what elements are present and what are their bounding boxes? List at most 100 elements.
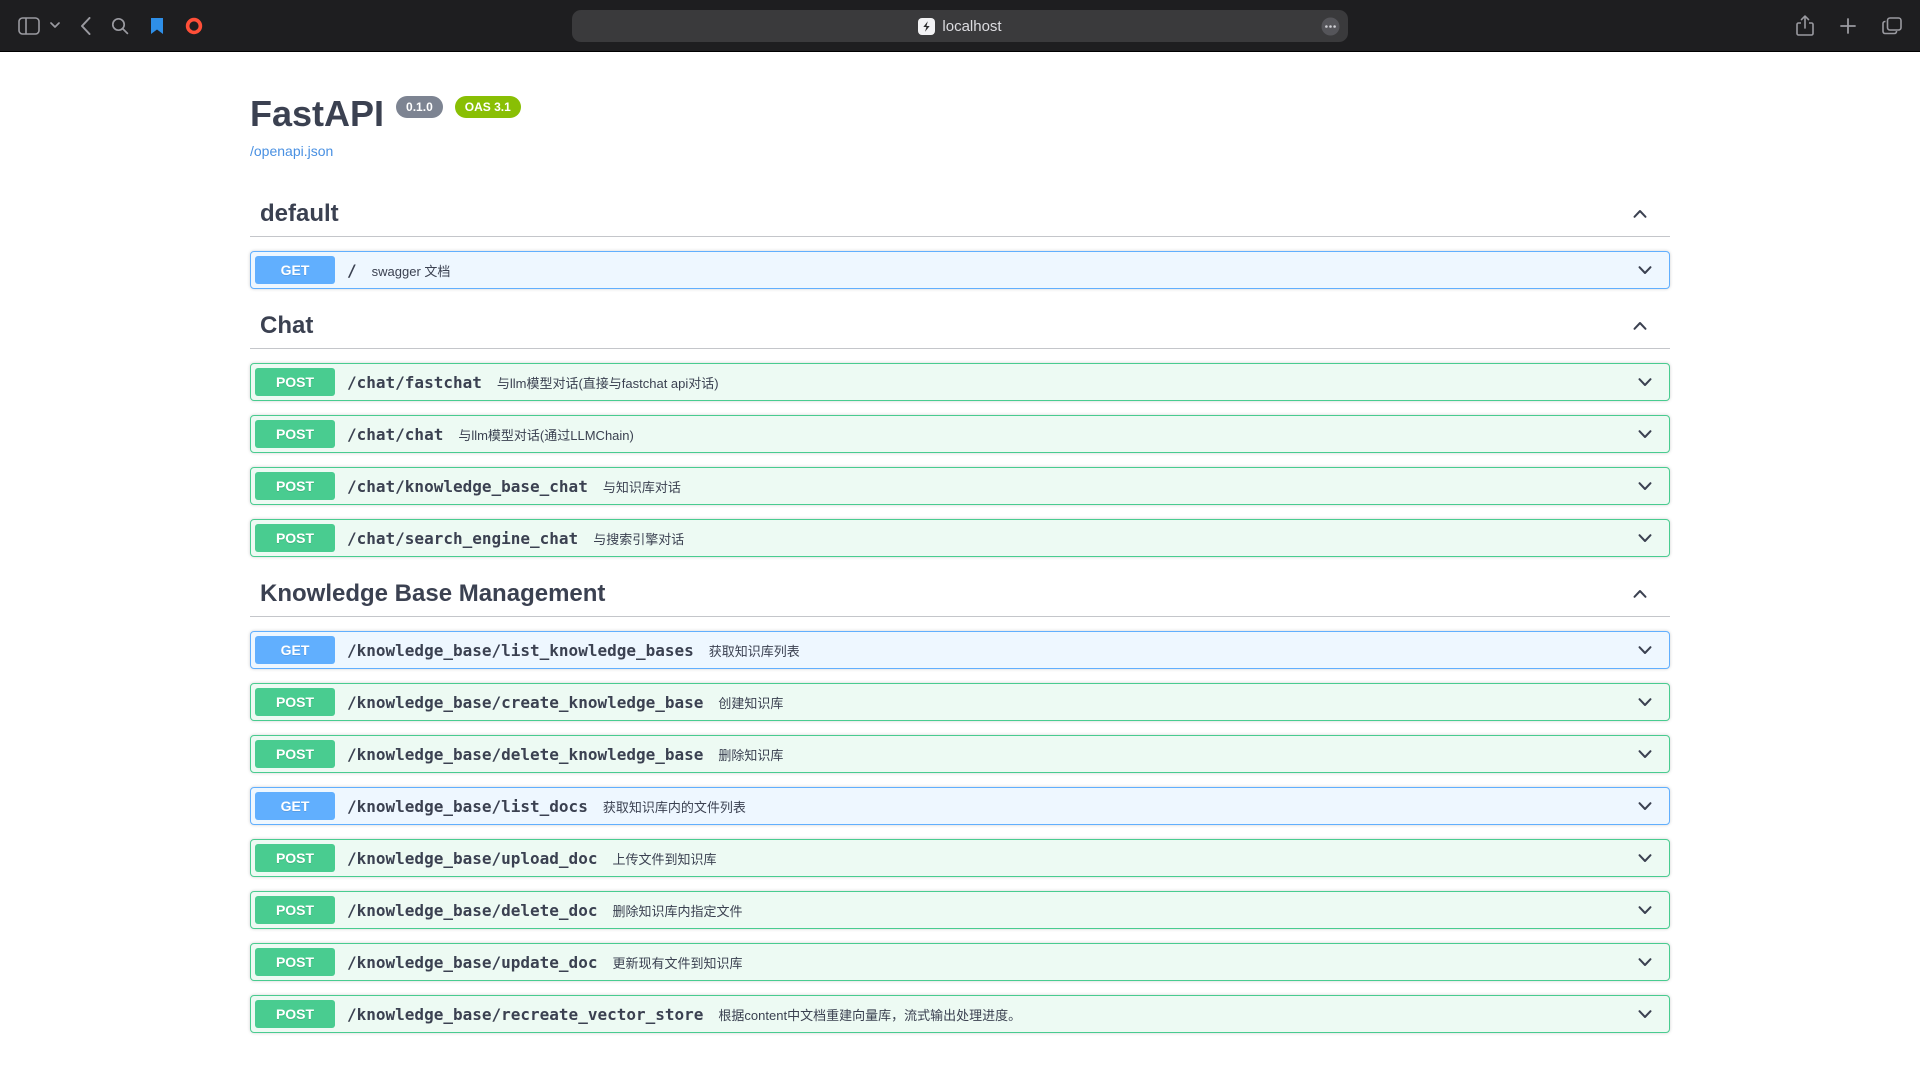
sidebar-icon xyxy=(18,17,40,35)
endpoint-row[interactable]: POST /chat/knowledge_base_chat 与知识库对话 xyxy=(250,467,1670,505)
endpoint-row[interactable]: POST /chat/fastchat 与llm模型对话(直接与fastchat… xyxy=(250,363,1670,401)
collapse-section-icon xyxy=(1630,316,1650,336)
endpoint-description: swagger 文档 xyxy=(372,261,451,280)
site-favicon-icon xyxy=(918,18,935,35)
expand-endpoint-icon xyxy=(1635,260,1655,280)
expand-endpoint-icon xyxy=(1635,372,1655,392)
expand-endpoint-icon xyxy=(1635,900,1655,920)
endpoint-list: GET / swagger 文档 xyxy=(250,251,1670,289)
method-badge: POST xyxy=(255,1000,335,1028)
endpoint-path: /chat/fastchat xyxy=(347,373,482,392)
endpoint-row[interactable]: POST /knowledge_base/update_doc 更新现有文件到知… xyxy=(250,943,1670,981)
endpoint-description: 删除知识库 xyxy=(718,745,783,764)
api-title-text: FastAPI xyxy=(250,92,384,136)
collapse-section-icon xyxy=(1630,584,1650,604)
method-badge: POST xyxy=(255,896,335,924)
record-extension-icon xyxy=(185,17,203,35)
api-section: Knowledge Base Management GET /knowledge… xyxy=(250,571,1670,1033)
endpoint-description: 与llm模型对话(直接与fastchat api对话) xyxy=(497,373,719,392)
endpoint-row[interactable]: GET / swagger 文档 xyxy=(250,251,1670,289)
section-title: default xyxy=(260,201,339,226)
endpoint-path: /chat/chat xyxy=(347,425,443,444)
toolbar-right-group xyxy=(1796,15,1902,37)
endpoint-row[interactable]: POST /chat/search_engine_chat 与搜索引擎对话 xyxy=(250,519,1670,557)
back-button[interactable] xyxy=(80,17,91,35)
expand-endpoint-icon xyxy=(1635,952,1655,972)
endpoint-row[interactable]: POST /knowledge_base/delete_knowledge_ba… xyxy=(250,735,1670,773)
openapi-spec-link[interactable]: /openapi.json xyxy=(250,143,333,159)
endpoint-path: /chat/search_engine_chat xyxy=(347,529,578,548)
method-badge: POST xyxy=(255,524,335,552)
method-badge: POST xyxy=(255,420,335,448)
section-header[interactable]: Chat xyxy=(250,303,1670,349)
method-badge: GET xyxy=(255,256,335,284)
bookmark-extension-icon xyxy=(149,17,165,35)
endpoint-description: 创建知识库 xyxy=(718,693,783,712)
method-badge: POST xyxy=(255,948,335,976)
endpoint-row[interactable]: POST /knowledge_base/delete_doc 删除知识库内指定… xyxy=(250,891,1670,929)
endpoint-list: POST /chat/fastchat 与llm模型对话(直接与fastchat… xyxy=(250,363,1670,557)
expand-endpoint-icon xyxy=(1635,848,1655,868)
share-icon xyxy=(1796,15,1814,37)
oas-badge: OAS 3.1 xyxy=(455,96,521,118)
section-title: Knowledge Base Management xyxy=(260,581,605,606)
expand-endpoint-icon xyxy=(1635,424,1655,444)
swagger-container: FastAPI 0.1.0 OAS 3.1 /openapi.json defa… xyxy=(250,52,1670,1033)
collapse-section-icon xyxy=(1630,204,1650,224)
api-sections: default GET / swagger 文档 Chat POST /chat… xyxy=(250,191,1670,1033)
section-title: Chat xyxy=(260,313,313,338)
method-badge: POST xyxy=(255,368,335,396)
section-header[interactable]: Knowledge Base Management xyxy=(250,571,1670,617)
version-badge: 0.1.0 xyxy=(396,96,443,118)
endpoint-path: /knowledge_base/create_knowledge_base xyxy=(347,693,703,712)
endpoint-description: 与llm模型对话(通过LLMChain) xyxy=(458,425,634,444)
api-title: FastAPI 0.1.0 OAS 3.1 xyxy=(250,92,1670,136)
tab-overview-icon xyxy=(1882,17,1902,35)
endpoint-path: /knowledge_base/list_knowledge_bases xyxy=(347,641,694,660)
search-button[interactable] xyxy=(111,17,129,35)
method-badge: POST xyxy=(255,740,335,768)
endpoint-row[interactable]: POST /chat/chat 与llm模型对话(通过LLMChain) xyxy=(250,415,1670,453)
page-settings-icon[interactable] xyxy=(1321,17,1340,36)
endpoint-path: /knowledge_base/recreate_vector_store xyxy=(347,1005,703,1024)
new-tab-button[interactable] xyxy=(1840,18,1856,34)
section-header[interactable]: default xyxy=(250,191,1670,237)
endpoint-row[interactable]: POST /knowledge_base/create_knowledge_ba… xyxy=(250,683,1670,721)
endpoint-path: /knowledge_base/delete_doc xyxy=(347,901,597,920)
api-info: FastAPI 0.1.0 OAS 3.1 /openapi.json xyxy=(250,92,1670,161)
endpoint-path: /knowledge_base/upload_doc xyxy=(347,849,597,868)
endpoint-row[interactable]: POST /knowledge_base/recreate_vector_sto… xyxy=(250,995,1670,1033)
toolbar-left-group xyxy=(18,17,203,35)
endpoint-description: 与知识库对话 xyxy=(603,477,681,496)
share-button[interactable] xyxy=(1796,15,1814,37)
endpoint-description: 更新现有文件到知识库 xyxy=(612,953,742,972)
expand-endpoint-icon xyxy=(1635,692,1655,712)
browser-toolbar: localhost xyxy=(0,0,1920,52)
api-section: Chat POST /chat/fastchat 与llm模型对话(直接与fas… xyxy=(250,303,1670,557)
chevron-down-icon xyxy=(50,22,60,29)
search-icon xyxy=(111,17,129,35)
endpoint-row[interactable]: GET /knowledge_base/list_docs 获取知识库内的文件列… xyxy=(250,787,1670,825)
sidebar-toggle-button[interactable] xyxy=(18,17,40,35)
endpoint-row[interactable]: GET /knowledge_base/list_knowledge_bases… xyxy=(250,631,1670,669)
endpoint-path: /knowledge_base/list_docs xyxy=(347,797,588,816)
method-badge: POST xyxy=(255,472,335,500)
method-badge: POST xyxy=(255,844,335,872)
endpoint-row[interactable]: POST /knowledge_base/upload_doc 上传文件到知识库 xyxy=(250,839,1670,877)
back-icon xyxy=(80,17,91,35)
endpoint-path: /knowledge_base/update_doc xyxy=(347,953,597,972)
address-bar[interactable]: localhost xyxy=(572,10,1348,42)
expand-endpoint-icon xyxy=(1635,796,1655,816)
extension-button-blue[interactable] xyxy=(149,17,165,35)
extension-button-orange[interactable] xyxy=(185,17,203,35)
tab-overview-button[interactable] xyxy=(1882,17,1902,35)
endpoint-description: 获取知识库内的文件列表 xyxy=(603,797,746,816)
address-url: localhost xyxy=(942,18,1001,35)
endpoint-description: 与搜索引擎对话 xyxy=(593,529,684,548)
expand-endpoint-icon xyxy=(1635,1004,1655,1024)
tab-group-menu-button[interactable] xyxy=(50,22,60,29)
expand-endpoint-icon xyxy=(1635,744,1655,764)
method-badge: GET xyxy=(255,792,335,820)
endpoint-description: 获取知识库列表 xyxy=(709,641,800,660)
method-badge: POST xyxy=(255,688,335,716)
